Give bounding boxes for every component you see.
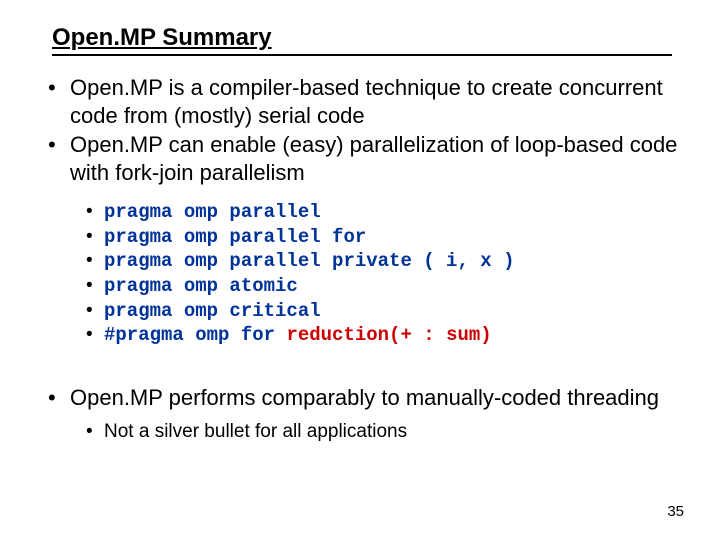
bullet-item: Open.MP is a compiler-based technique to… — [40, 74, 680, 129]
pragma-item: pragma omp atomic — [86, 274, 680, 299]
sub-bullet-list: Not a silver bullet for all applications — [86, 420, 680, 445]
sub-bullet-item: Not a silver bullet for all applications — [86, 420, 680, 445]
title-underline-rule — [52, 54, 672, 56]
code-text: #pragma omp for reduction(+ : sum) — [104, 324, 492, 346]
bullet-item: Open.MP performs comparably to manually-… — [40, 384, 680, 412]
top-bullet-list: Open.MP is a compiler-based technique to… — [40, 74, 680, 186]
code-text: pragma omp atomic — [104, 275, 298, 297]
code-text: pragma omp parallel private ( i, x ) — [104, 250, 514, 272]
pragma-item: #pragma omp for reduction(+ : sum) — [86, 323, 680, 348]
top-bullet-list-2: Open.MP performs comparably to manually-… — [40, 384, 680, 412]
pragma-list: pragma omp parallel pragma omp parallel … — [86, 200, 680, 348]
pragma-item: pragma omp parallel — [86, 200, 680, 225]
code-text: pragma omp parallel — [104, 201, 321, 223]
pragma-item: pragma omp parallel private ( i, x ) — [86, 249, 680, 274]
slide: Open.MP Summary Open.MP is a compiler-ba… — [0, 0, 720, 540]
page-number: 35 — [667, 503, 684, 520]
code-text: pragma omp parallel for — [104, 226, 366, 248]
slide-title: Open.MP Summary — [52, 24, 680, 54]
code-highlight: reduction(+ : sum) — [286, 324, 491, 346]
code-text: pragma omp critical — [104, 300, 321, 322]
bullet-item: Open.MP can enable (easy) parallelizatio… — [40, 131, 680, 186]
pragma-item: pragma omp parallel for — [86, 225, 680, 250]
code-prefix: #pragma omp for — [104, 324, 286, 346]
pragma-item: pragma omp critical — [86, 299, 680, 324]
title-block: Open.MP Summary — [52, 24, 680, 56]
spacer — [40, 368, 680, 384]
